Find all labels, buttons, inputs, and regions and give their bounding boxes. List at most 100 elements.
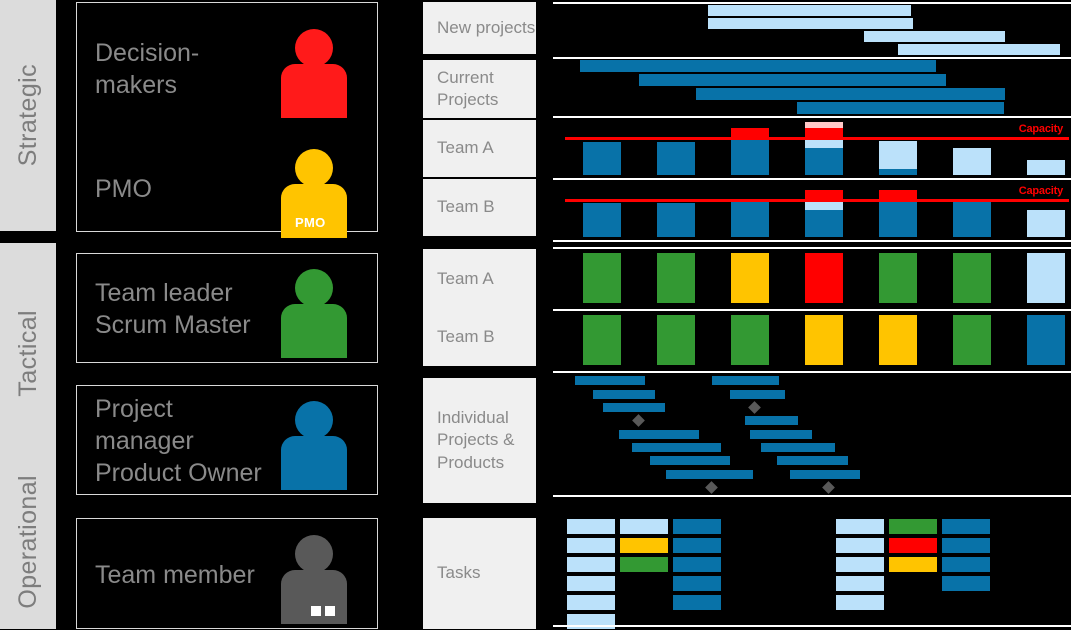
capacity-bar-committed	[657, 203, 695, 237]
gantt-bar	[730, 390, 785, 399]
status-tile	[583, 253, 621, 303]
capacity-bar-over-solid	[879, 190, 917, 199]
gantt-bar	[712, 376, 779, 385]
gantt-bar	[761, 443, 835, 452]
task-card	[673, 595, 721, 610]
task-card	[673, 576, 721, 591]
task-card	[942, 538, 990, 553]
capacity-bar-over-solid	[731, 128, 769, 137]
capacity-line	[565, 137, 1069, 140]
status-tile	[657, 315, 695, 365]
gantt-bar	[580, 60, 936, 72]
task-card	[942, 557, 990, 572]
chart-pane-team-a-status	[553, 249, 1071, 308]
gantt-bar	[708, 5, 911, 16]
task-card	[620, 538, 668, 553]
chart-divider	[553, 240, 1071, 242]
role-row-team-leader: Team leader Scrum Master	[77, 254, 377, 364]
gantt-bar	[790, 470, 860, 479]
row-label-text: Team A	[437, 138, 494, 158]
row-label-text: Tasks	[437, 563, 481, 583]
capacity-bar-committed	[657, 142, 695, 175]
capacity-bar-committed	[879, 199, 917, 237]
capacity-line	[565, 199, 1069, 202]
person-pocket-icon-1	[325, 606, 335, 616]
chart-pane-current-projects	[553, 59, 1071, 115]
capacity-bar-over-solid	[805, 128, 843, 137]
task-card	[836, 595, 884, 610]
gantt-bar	[603, 403, 665, 412]
capacity-bar-planned	[953, 148, 991, 175]
capacity-bar-planned	[1027, 210, 1065, 237]
capacity-bar-planned	[1027, 160, 1065, 175]
task-card	[673, 557, 721, 572]
gantt-bar	[864, 31, 1005, 42]
status-tile	[805, 315, 843, 365]
gantt-bar	[575, 376, 645, 385]
task-card	[567, 519, 615, 534]
person-head-icon	[295, 401, 333, 439]
chart-divider	[553, 371, 1071, 373]
task-card	[673, 538, 721, 553]
gantt-bar	[619, 430, 699, 439]
task-card	[836, 576, 884, 591]
task-card	[567, 557, 615, 572]
chart-pane-tasks	[553, 513, 1071, 629]
gantt-bar	[797, 102, 1004, 114]
row-label-team-a-status: Team A	[423, 249, 536, 309]
row-label-individual-projects: Individual Projects & Products	[423, 378, 536, 503]
person-body-icon	[281, 436, 347, 490]
gantt-bar	[898, 44, 1060, 55]
chart-divider	[553, 625, 1071, 627]
gantt-bar	[593, 390, 655, 399]
person-head-icon	[295, 29, 333, 67]
capacity-bar-committed	[583, 142, 621, 175]
status-tile	[879, 315, 917, 365]
gantt-bar	[639, 74, 946, 86]
person-icon-team-member	[273, 519, 359, 630]
chart-pane-team-a-capacity: Capacity	[553, 118, 1071, 177]
level-block-tactical: Tactical	[0, 243, 56, 463]
capacity-bar-committed	[879, 169, 917, 175]
gantt-bar	[750, 430, 812, 439]
task-card	[567, 576, 615, 591]
milestone-marker	[748, 401, 761, 414]
chart-pane-team-b-capacity: Capacity	[553, 180, 1071, 239]
row-label-text: New projects	[437, 17, 536, 37]
row-label-new-projects: New projects	[423, 2, 536, 54]
task-card	[836, 557, 884, 572]
person-icon-decision-makers	[273, 21, 359, 118]
role-row-project-manager: Project manager Product Owner	[77, 386, 377, 496]
role-label-project-manager: Project manager Product Owner	[95, 395, 262, 487]
role-card-team-leader: Team leader Scrum Master	[76, 253, 378, 363]
task-card	[567, 538, 615, 553]
gantt-bar	[745, 416, 798, 425]
role-label-pmo: PMO	[95, 175, 152, 203]
capacity-bar-planned	[879, 141, 917, 169]
status-tile	[953, 253, 991, 303]
task-card	[889, 538, 937, 553]
task-card	[942, 576, 990, 591]
person-badge-label: PMO	[295, 215, 326, 230]
capacity-bar-committed	[731, 201, 769, 237]
status-tile	[1027, 315, 1065, 365]
status-tile	[583, 315, 621, 365]
task-card	[836, 519, 884, 534]
capacity-bar-committed	[805, 210, 843, 237]
gantt-bar	[666, 470, 753, 479]
role-card-project-manager: Project manager Product Owner	[76, 385, 378, 495]
milestone-marker	[632, 414, 645, 427]
milestone-marker	[705, 481, 718, 494]
role-row-pmo: PMO PMO	[77, 141, 377, 238]
task-card	[889, 519, 937, 534]
capacity-bar-committed	[731, 137, 769, 175]
chart-pane-new-projects	[553, 4, 1071, 56]
milestone-marker	[822, 481, 835, 494]
chart-pane-individual-projects	[553, 374, 1071, 494]
level-block-strategic: Strategic	[0, 0, 56, 231]
capacity-line-label: Capacity	[1018, 123, 1063, 135]
role-label-team-member: Team member	[95, 560, 255, 589]
role-row-decision-makers: Decision-makers	[77, 21, 377, 118]
role-row-team-member: Team member	[77, 519, 377, 630]
status-tile	[1027, 253, 1065, 303]
